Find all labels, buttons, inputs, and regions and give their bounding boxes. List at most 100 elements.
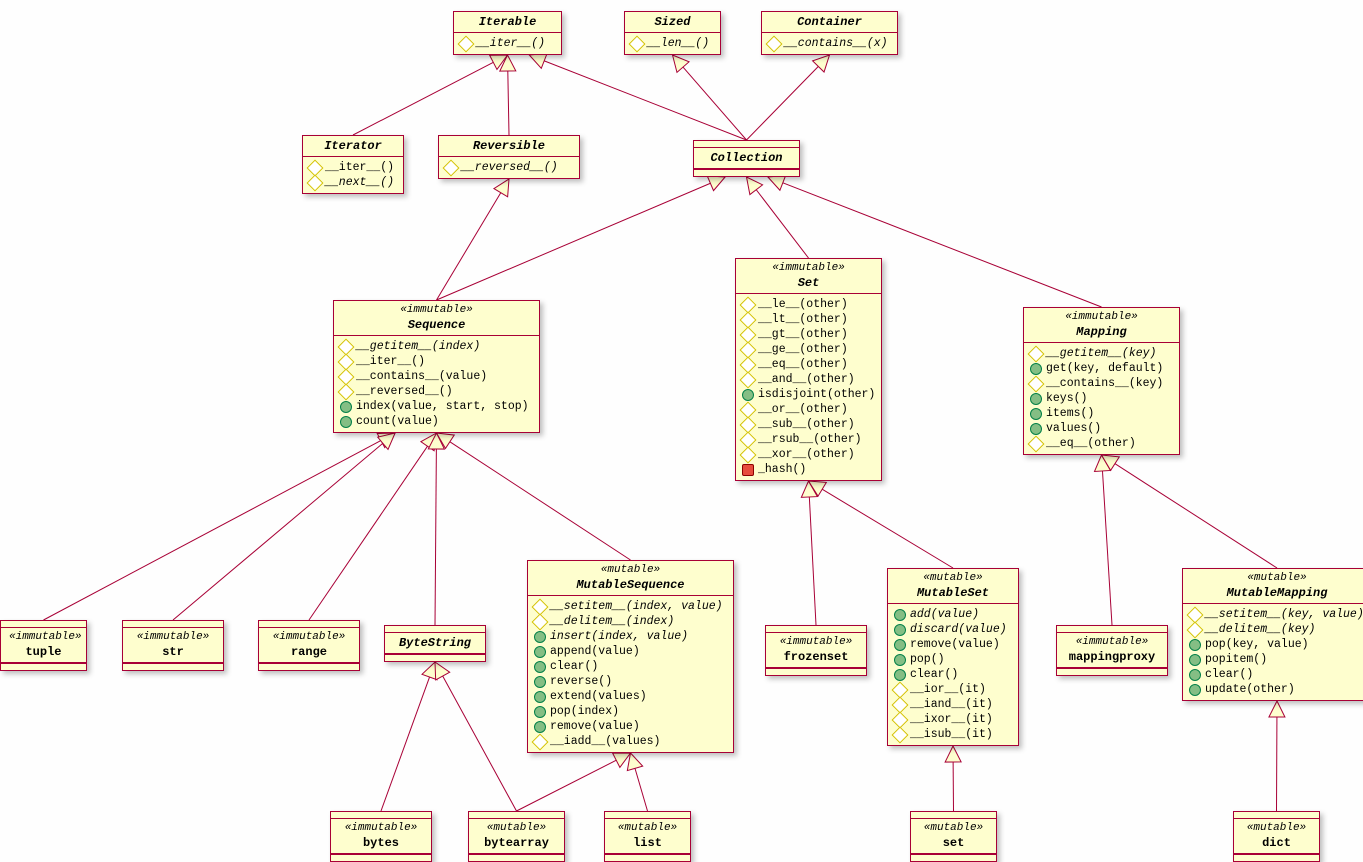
concrete-icon [894,639,906,651]
class-title: «immutable»tuple [1,628,86,663]
class-title: «immutable»frozenset [766,633,866,668]
concrete-icon [534,661,546,673]
concrete-icon [534,646,546,658]
class-name: Iterator [324,139,382,153]
class-name: MutableMapping [1227,586,1328,600]
class-title: Container [762,12,897,33]
class-name: Set [798,276,820,290]
class-Sequence: «immutable»Sequence__getitem__(index)__i… [333,300,540,433]
method-signature: __contains__(key) [1046,376,1163,391]
method-signature: remove(value) [910,637,1000,652]
concrete-icon [1189,669,1201,681]
class-MutableSet: «mutable»MutableSetadd(value)discard(val… [887,568,1019,746]
method: extend(values) [534,689,727,704]
concrete-icon [534,706,546,718]
class-Set: «immutable»Set __le__(other)__lt__(other)… [735,258,882,481]
method: pop(index) [534,704,727,719]
method-signature: insert(index, value) [550,629,688,644]
method: __iand__(it) [894,697,1012,712]
class-title: «mutable»MutableSequence [528,561,733,596]
abstract-icon [740,296,757,313]
method: __len__() [631,36,714,51]
concrete-icon [534,676,546,688]
class-ByteString: ByteString [384,625,486,662]
abstract-icon [532,613,549,630]
method-signature: popitem() [1205,652,1267,667]
stereotype: «mutable» [613,822,682,834]
method: __isub__(it) [894,727,1012,742]
class-title: Iterable [454,12,561,33]
method: _hash() [742,462,875,477]
method-signature: extend(values) [550,689,647,704]
abstract-icon [443,159,460,176]
methods: __setitem__(index, value)__delitem__(ind… [528,596,733,752]
class-title: «immutable»Set [736,259,881,294]
abstract-icon [1028,435,1045,452]
concrete-icon [340,416,352,428]
class-name: dict [1262,836,1291,850]
concrete-icon [1189,639,1201,651]
method-signature: __contains__(value) [356,369,487,384]
method: __ge__(other) [742,342,875,357]
method-signature: reverse() [550,674,612,689]
abstract-icon [740,431,757,448]
class-name: ByteString [399,636,471,650]
method-signature: __isub__(it) [910,727,993,742]
abstract-icon [338,353,355,370]
concrete-icon [894,609,906,621]
class-title: «mutable»bytearray [469,819,564,854]
method: pop() [894,652,1012,667]
method-signature: __len__() [647,36,709,51]
method-signature: __ixor__(it) [910,712,993,727]
class-Reversible: Reversible__reversed__() [438,135,580,179]
method-signature: __rsub__(other) [758,432,862,447]
class-name: list [633,836,662,850]
class-title: Sized [625,12,720,33]
methods: __len__() [625,33,720,54]
concrete-icon [894,669,906,681]
method-signature: __sub__(other) [758,417,855,432]
class-name: bytearray [484,836,549,850]
abstract-icon [1028,375,1045,392]
method: __delitem__(index) [534,614,727,629]
stereotype: «immutable» [342,304,531,316]
method: __getitem__(index) [340,339,533,354]
method: __or__(other) [742,402,875,417]
method: __setitem__(index, value) [534,599,727,614]
stereotype: «immutable» [1065,636,1159,648]
method-signature: __setitem__(index, value) [550,599,723,614]
method: clear() [534,659,727,674]
class-name: Mapping [1076,325,1126,339]
method: __gt__(other) [742,327,875,342]
method-signature: count(value) [356,414,439,429]
method: __le__(other) [742,297,875,312]
method-signature: __xor__(other) [758,447,855,462]
methods: __getitem__(index)__iter__()__contains__… [334,336,539,432]
abstract-icon [629,35,646,52]
method: remove(value) [534,719,727,734]
abstract-icon [1028,345,1045,362]
abstract-icon [1187,606,1204,623]
stereotype: «immutable» [9,631,78,643]
method: clear() [1189,667,1363,682]
method: __rsub__(other) [742,432,875,447]
methods: __setitem__(key, value)__delitem__(key)p… [1183,604,1363,700]
method: __eq__(other) [1030,436,1173,451]
method: __iter__() [460,36,555,51]
class-title: «immutable»Sequence [334,301,539,336]
method-signature: __next__() [325,175,394,190]
method-signature: __lt__(other) [758,312,848,327]
class-name: Container [797,15,862,29]
class-name: bytes [363,836,399,850]
abstract-icon [892,726,909,743]
method: remove(value) [894,637,1012,652]
method-signature: __setitem__(key, value) [1205,607,1363,622]
method-signature: __contains__(x) [784,36,888,51]
method: get(key, default) [1030,361,1173,376]
class-name: Collection [710,151,782,165]
class-title: Iterator [303,136,403,157]
concrete-icon [1189,654,1201,666]
method-signature: discard(value) [910,622,1007,637]
class-title: «mutable» list [605,819,690,854]
concrete-icon [742,389,754,401]
